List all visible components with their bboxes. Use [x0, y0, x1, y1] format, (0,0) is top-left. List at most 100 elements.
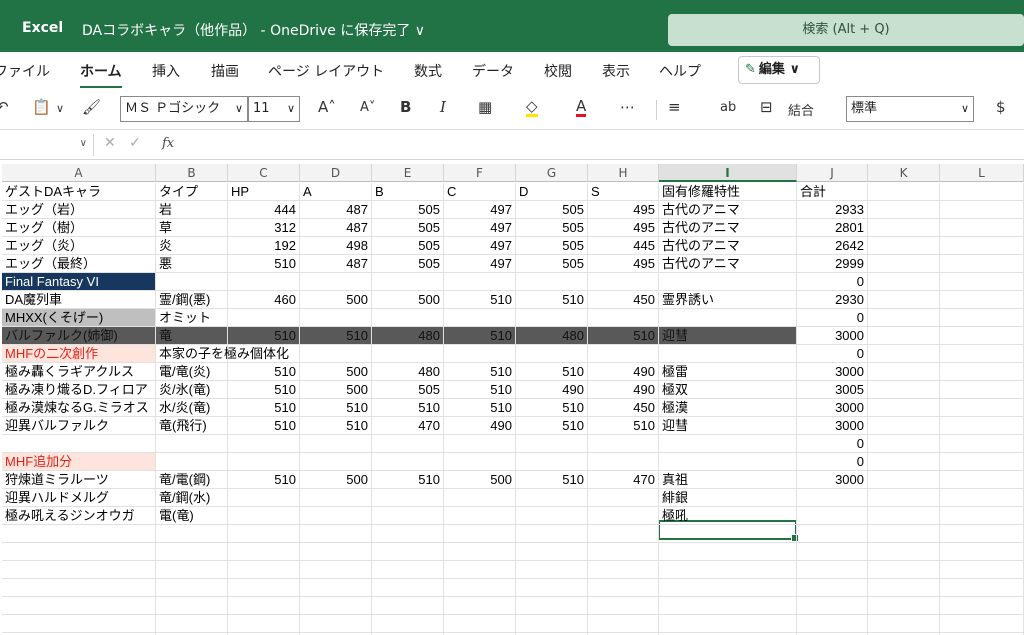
- cell[interactable]: [372, 273, 444, 291]
- cell[interactable]: 迎彗: [659, 327, 797, 345]
- cell[interactable]: 192: [228, 237, 300, 255]
- cell[interactable]: 迎異バルファルク: [2, 417, 156, 435]
- cell[interactable]: [228, 309, 300, 327]
- wrap-text-icon[interactable]: ab: [720, 100, 736, 115]
- cell[interactable]: [659, 525, 797, 543]
- cell[interactable]: [372, 435, 444, 453]
- cell[interactable]: [659, 435, 797, 453]
- cell[interactable]: 古代のアニマ: [659, 237, 797, 255]
- search-box[interactable]: 検索 (Alt + Q): [668, 14, 1024, 46]
- cell[interactable]: 480: [516, 327, 588, 345]
- cell[interactable]: 510: [300, 399, 372, 417]
- cell[interactable]: 水/炎(竜): [156, 399, 228, 417]
- cell[interactable]: [444, 273, 516, 291]
- cell[interactable]: 497: [444, 255, 516, 273]
- cell[interactable]: 竜/電(鋼): [156, 471, 228, 489]
- cell[interactable]: 極雷: [659, 363, 797, 381]
- cell[interactable]: [444, 525, 516, 543]
- cell[interactable]: 505: [516, 237, 588, 255]
- tab-file[interactable]: ファイル: [0, 61, 50, 81]
- cell[interactable]: [868, 237, 940, 255]
- cell[interactable]: [372, 597, 444, 615]
- cell[interactable]: [300, 543, 372, 561]
- tab-data[interactable]: データ: [472, 61, 514, 81]
- chevron-down-icon[interactable]: ∨: [56, 102, 64, 115]
- column-header-l[interactable]: L: [940, 164, 1024, 182]
- cell[interactable]: 極吼: [659, 507, 797, 525]
- cell[interactable]: 510: [516, 363, 588, 381]
- cell[interactable]: 0: [797, 435, 868, 453]
- cell[interactable]: [228, 273, 300, 291]
- cell[interactable]: 本家の子を極み個体化: [156, 345, 289, 363]
- cell[interactable]: 490: [588, 381, 659, 399]
- cell[interactable]: [516, 615, 588, 633]
- cell[interactable]: [940, 345, 1024, 363]
- merge-label[interactable]: 結合: [788, 100, 814, 119]
- cell[interactable]: 510: [372, 471, 444, 489]
- cell[interactable]: [940, 183, 1024, 201]
- column-header-f[interactable]: F: [444, 164, 516, 182]
- tab-view[interactable]: 表示: [602, 61, 630, 81]
- cell[interactable]: HP: [228, 183, 300, 201]
- cell[interactable]: 緋銀: [659, 489, 797, 507]
- cell[interactable]: C: [444, 183, 516, 201]
- cell[interactable]: [228, 345, 300, 363]
- tab-help[interactable]: ヘルプ: [659, 61, 701, 81]
- cell[interactable]: 500: [300, 381, 372, 399]
- cell[interactable]: [228, 453, 300, 471]
- font-name-select[interactable]: ＭＳ Ｐゴシック ∨: [120, 96, 248, 122]
- cell[interactable]: [372, 543, 444, 561]
- cell[interactable]: [868, 327, 940, 345]
- cell[interactable]: オミット: [156, 309, 228, 327]
- cell[interactable]: [940, 579, 1024, 597]
- cell[interactable]: [300, 507, 372, 525]
- cell[interactable]: [372, 579, 444, 597]
- cell[interactable]: 極双: [659, 381, 797, 399]
- cell[interactable]: 合計: [797, 183, 868, 201]
- cell[interactable]: [868, 345, 940, 363]
- cell[interactable]: [588, 579, 659, 597]
- cell[interactable]: 510: [588, 417, 659, 435]
- cell[interactable]: [516, 345, 588, 363]
- cell[interactable]: [2, 615, 156, 633]
- cell[interactable]: 極み吼えるジンオウガ: [2, 507, 156, 525]
- cell[interactable]: 0: [797, 309, 868, 327]
- cell[interactable]: [372, 507, 444, 525]
- cell[interactable]: 510: [516, 399, 588, 417]
- cell[interactable]: [300, 309, 372, 327]
- paste-icon[interactable]: 📋: [32, 98, 51, 116]
- cell[interactable]: [444, 507, 516, 525]
- cell[interactable]: [156, 615, 228, 633]
- cell[interactable]: [868, 291, 940, 309]
- cell[interactable]: MHF追加分: [2, 453, 156, 471]
- cell[interactable]: [868, 489, 940, 507]
- cell[interactable]: [300, 615, 372, 633]
- cell[interactable]: 470: [588, 471, 659, 489]
- cell[interactable]: 草: [156, 219, 228, 237]
- cell[interactable]: D: [516, 183, 588, 201]
- cell[interactable]: [659, 309, 797, 327]
- cell[interactable]: [940, 219, 1024, 237]
- cell[interactable]: [2, 435, 156, 453]
- cell[interactable]: 炎: [156, 237, 228, 255]
- cell[interactable]: A: [300, 183, 372, 201]
- cell[interactable]: [797, 507, 868, 525]
- cell[interactable]: [516, 507, 588, 525]
- edit-mode-button[interactable]: ✎ 編集 ∨: [738, 56, 820, 84]
- cell[interactable]: エッグ（最終）: [2, 255, 156, 273]
- cell[interactable]: 505: [372, 237, 444, 255]
- cell[interactable]: 500: [300, 363, 372, 381]
- cell[interactable]: 495: [588, 219, 659, 237]
- cell[interactable]: [940, 435, 1024, 453]
- cell[interactable]: [156, 579, 228, 597]
- cell[interactable]: [868, 525, 940, 543]
- cell[interactable]: [940, 327, 1024, 345]
- cell[interactable]: [300, 579, 372, 597]
- cell[interactable]: 510: [228, 255, 300, 273]
- cell[interactable]: [516, 273, 588, 291]
- cell[interactable]: 固有修羅特性: [659, 183, 797, 201]
- cell[interactable]: [588, 561, 659, 579]
- column-header-e[interactable]: E: [372, 164, 444, 182]
- cell[interactable]: 510: [516, 471, 588, 489]
- cell[interactable]: [444, 453, 516, 471]
